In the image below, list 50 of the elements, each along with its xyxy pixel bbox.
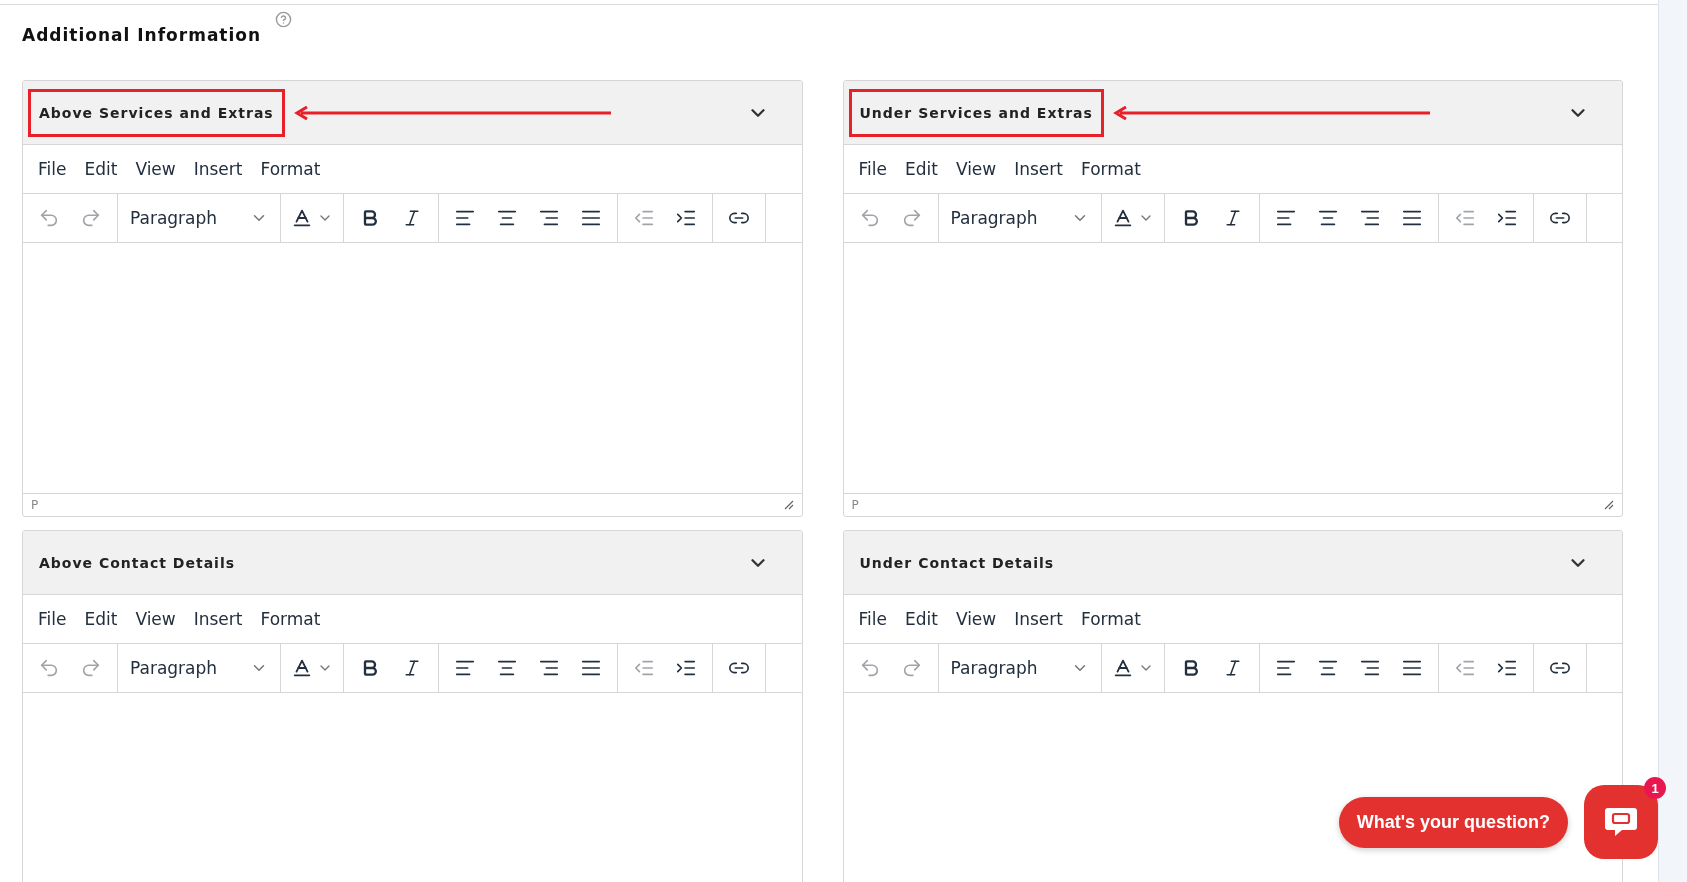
redo-icon xyxy=(80,657,102,679)
menu-item[interactable]: File xyxy=(31,605,74,633)
editor-title: Above Services and Extras xyxy=(28,88,285,137)
menu-item[interactable]: File xyxy=(851,605,894,633)
text-color-icon xyxy=(291,207,313,229)
editor-title: Under Contact Details xyxy=(858,553,1056,573)
menu-item[interactable]: Insert xyxy=(186,605,250,633)
menu-item[interactable]: View xyxy=(128,605,183,633)
menu-item[interactable]: View xyxy=(948,605,1004,633)
block-format-select[interactable]: Paragraph xyxy=(124,650,274,686)
menu-item[interactable]: Format xyxy=(1074,155,1148,183)
menu-item[interactable]: Insert xyxy=(186,155,250,183)
chat-prompt[interactable]: What's your question? xyxy=(1338,796,1568,848)
resize-handle-icon[interactable] xyxy=(783,500,794,510)
menu-item[interactable]: View xyxy=(128,155,183,183)
menu-item[interactable]: Edit xyxy=(77,605,125,633)
text-color-icon xyxy=(291,657,313,679)
chat-bubble-icon xyxy=(1604,806,1638,838)
chat-button[interactable] xyxy=(1584,785,1658,859)
block-format-value: Paragraph xyxy=(130,208,218,228)
block-format-value: Paragraph xyxy=(950,208,1038,228)
block-format-value: Paragraph xyxy=(130,658,218,678)
editor-title: Above Contact Details xyxy=(38,553,237,573)
menu-item[interactable]: Insert xyxy=(1007,155,1070,183)
block-format-value: Paragraph xyxy=(950,658,1038,678)
menu-item[interactable]: Edit xyxy=(77,155,125,183)
italic-icon xyxy=(402,658,422,678)
redo-icon xyxy=(80,207,102,229)
block-format-select[interactable]: Paragraph xyxy=(944,650,1095,686)
menu-item[interactable]: Edit xyxy=(897,605,945,633)
block-format-select[interactable]: Paragraph xyxy=(124,200,274,236)
resize-handle-icon[interactable] xyxy=(1604,500,1614,510)
menu-item[interactable]: Format xyxy=(1074,605,1148,633)
italic-icon xyxy=(402,208,422,228)
menu-item[interactable]: Format xyxy=(253,605,328,633)
undo-icon xyxy=(38,657,60,679)
menu-item[interactable]: Edit xyxy=(897,155,945,183)
help-icon[interactable] xyxy=(275,11,293,28)
menu-item[interactable]: File xyxy=(31,155,74,183)
element-path: P xyxy=(31,498,39,512)
menu-item[interactable]: File xyxy=(851,155,894,183)
undo-icon xyxy=(38,207,60,229)
editor-title: Under Services and Extras xyxy=(848,88,1104,137)
menu-item[interactable]: View xyxy=(948,155,1004,183)
menu-item[interactable]: Insert xyxy=(1007,605,1070,633)
menu-item[interactable]: Format xyxy=(253,155,328,183)
element-path: P xyxy=(851,498,859,512)
section-title: Additional Information xyxy=(22,25,262,45)
notification-badge: 1 xyxy=(1644,777,1666,799)
block-format-select[interactable]: Paragraph xyxy=(944,200,1095,236)
